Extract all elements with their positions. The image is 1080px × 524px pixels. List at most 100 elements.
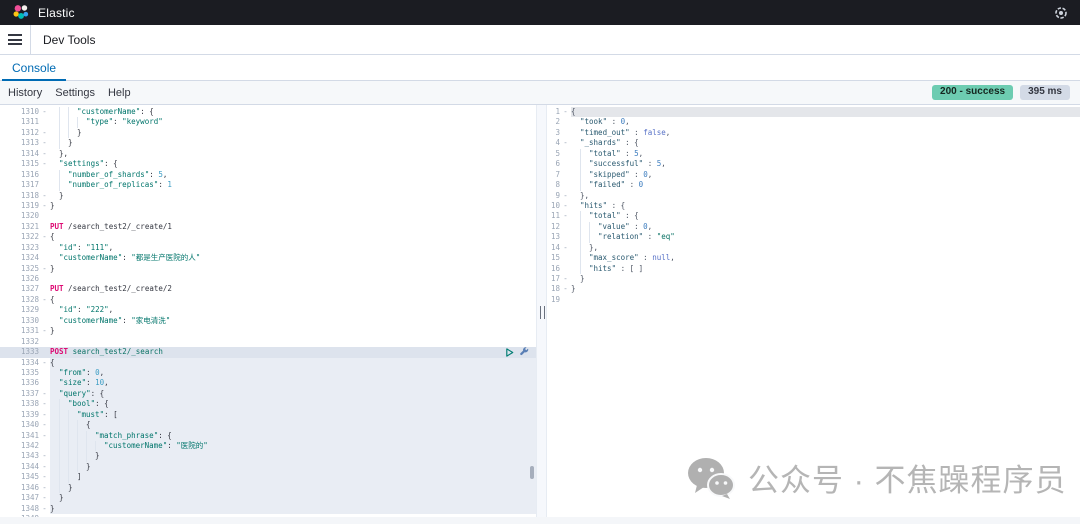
code-line: 10- "hits" : { <box>547 201 1080 211</box>
fold-toggle-icon[interactable]: - <box>39 295 50 305</box>
token: : <box>86 378 96 388</box>
gutter: 1341- <box>0 431 50 441</box>
line-number: 1 <box>555 107 560 116</box>
code-line: 1321 PUT /search_test2/_create/1 <box>0 222 536 232</box>
fold-toggle-icon[interactable]: - <box>560 243 571 253</box>
token: } <box>95 451 100 461</box>
line-number: 1343 <box>20 451 39 461</box>
tab-console[interactable]: Console <box>2 55 67 81</box>
console-workspace: 1310- "customerName": {1311 "type": "keywo… <box>0 105 1080 524</box>
indent-guide <box>59 399 68 410</box>
gutter: 1348- <box>0 504 50 514</box>
fold-toggle-icon[interactable]: - <box>39 358 50 368</box>
code-content: } <box>50 264 536 274</box>
fold-toggle-icon[interactable]: - <box>39 264 50 274</box>
fold-toggle-icon[interactable]: - <box>39 389 50 399</box>
fold-toggle-icon[interactable]: - <box>560 201 571 211</box>
code-line: 1316 "number_of_shards": 5, <box>0 169 536 181</box>
fold-toggle-icon[interactable]: - <box>39 493 50 503</box>
fold-toggle-icon[interactable]: - <box>39 149 50 159</box>
response-time-badge: 395 ms <box>1020 85 1070 100</box>
indent-guide <box>50 128 59 138</box>
token: : <box>607 117 621 127</box>
code-content: POST search_test2/_search <box>50 347 536 357</box>
indent-guide <box>77 420 86 431</box>
globe-gear-icon[interactable] <box>1054 6 1068 20</box>
code-line: 13 "relation" : "eq" <box>547 232 1080 243</box>
indent-guide <box>589 221 598 233</box>
response-panel[interactable]: 1-{2 "took" : 0, 3 "timed_out" : false, 4- "_… <box>547 105 1080 524</box>
panel-resize-handle[interactable] <box>540 306 545 319</box>
code-line: 1331-} <box>0 326 536 336</box>
gutter: 1331- <box>0 326 50 336</box>
fold-toggle-icon[interactable]: - <box>39 504 50 514</box>
code-line: 18-} <box>547 284 1080 294</box>
menu-item-settings[interactable]: Settings <box>55 87 95 99</box>
code-line: 1338- "bool": { <box>0 399 536 410</box>
fold-toggle-icon[interactable]: - <box>39 410 50 420</box>
fold-toggle-icon[interactable]: - <box>39 462 50 472</box>
fold-toggle-icon[interactable]: - <box>39 399 50 409</box>
fold-toggle-icon[interactable]: - <box>39 326 50 336</box>
fold-toggle-icon[interactable]: - <box>39 138 50 148</box>
fold-toggle-icon[interactable]: - <box>560 191 571 201</box>
token: : <box>620 148 635 158</box>
fold-toggle-icon[interactable]: - <box>39 451 50 461</box>
fold-toggle-icon[interactable]: - <box>39 191 50 201</box>
menu-item-history[interactable]: History <box>8 87 42 99</box>
gutter: 4- <box>547 138 571 148</box>
code-content: } <box>50 201 536 211</box>
fold-toggle-icon[interactable]: - <box>560 211 571 221</box>
code-content: "relation" : "eq" <box>571 232 1080 243</box>
token: : <box>122 315 132 325</box>
code-line: 1327 PUT /search_test2/_create/2 <box>0 284 536 294</box>
fold-toggle-icon[interactable]: - <box>560 274 571 284</box>
indent-guide <box>580 169 589 181</box>
token: , <box>104 378 109 388</box>
code-content: }, <box>571 191 1080 201</box>
fold-toggle-icon[interactable]: - <box>39 107 50 117</box>
indent-guide <box>95 441 104 452</box>
token: : { <box>140 107 154 116</box>
token: { <box>571 107 576 116</box>
line-number: 6 <box>555 159 560 169</box>
token: "hits" <box>580 200 608 210</box>
fold-toggle-icon[interactable]: - <box>39 159 50 169</box>
line-number: 1344 <box>20 461 39 471</box>
wrench-icon <box>520 347 529 356</box>
indent-guide <box>77 117 86 128</box>
request-options-button[interactable] <box>519 347 529 357</box>
menu-item-help[interactable]: Help <box>108 87 131 99</box>
fold-toggle-icon[interactable]: - <box>39 201 50 211</box>
gutter: 1332 <box>0 337 50 347</box>
token: "failed" <box>589 180 626 190</box>
breadcrumb: Dev Tools <box>43 32 96 47</box>
line-number: 1336 <box>20 378 39 388</box>
gutter: 10- <box>547 201 571 211</box>
code-content: { <box>571 107 1080 118</box>
fold-toggle-icon[interactable]: - <box>39 483 50 493</box>
editor-scrollbar-thumb[interactable] <box>530 466 534 479</box>
code-content: } <box>50 326 536 336</box>
fold-toggle-icon[interactable]: - <box>39 431 50 441</box>
line-number: 1318 <box>20 190 39 200</box>
indent-guide <box>571 128 580 138</box>
indent-guide <box>59 441 68 452</box>
menu-hamburger-button[interactable] <box>0 34 30 45</box>
code-content: "customerName": "都是生产医院的人" <box>50 253 536 263</box>
code-content: "type": "keyword" <box>50 117 536 128</box>
token: "timed_out" <box>580 127 630 137</box>
send-request-button[interactable] <box>505 348 514 357</box>
request-editor[interactable]: 1310- "customerName": {1311 "type": "keywo… <box>0 105 536 524</box>
line-number: 1317 <box>20 180 39 190</box>
fold-toggle-icon[interactable]: - <box>560 284 571 294</box>
fold-toggle-icon[interactable]: - <box>39 472 50 482</box>
fold-toggle-icon[interactable]: - <box>560 138 571 148</box>
line-number: 1328 <box>20 294 39 304</box>
fold-toggle-icon[interactable]: - <box>39 128 50 138</box>
fold-toggle-icon[interactable]: - <box>560 107 571 117</box>
fold-toggle-icon[interactable]: - <box>39 420 50 430</box>
fold-toggle-icon[interactable]: - <box>39 232 50 242</box>
